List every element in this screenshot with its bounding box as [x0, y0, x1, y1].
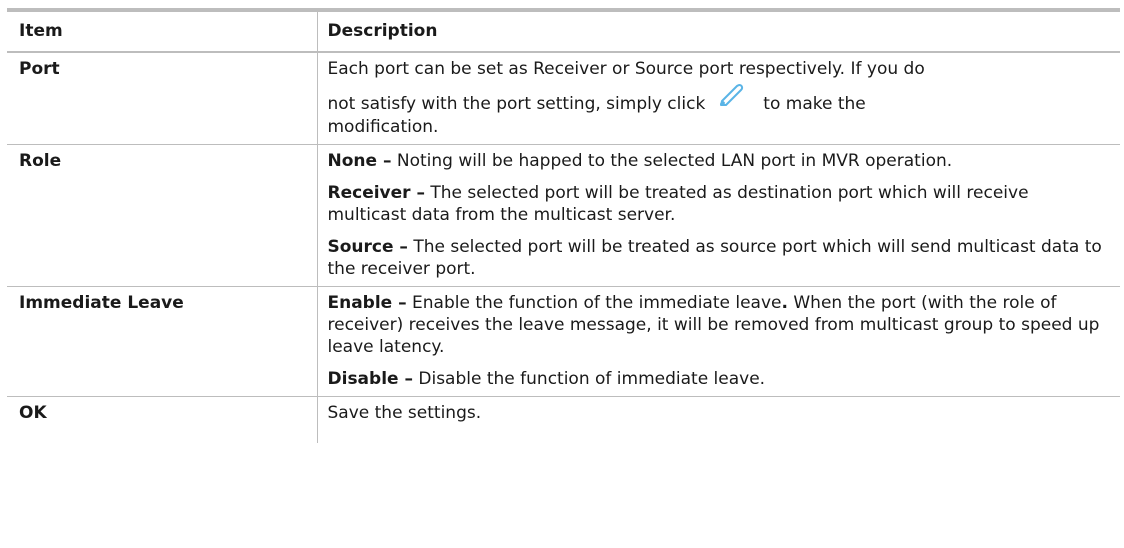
port-description-text-3: modification.	[327, 117, 439, 137]
table-row-port: Port Each port can be set as Receiver or…	[7, 52, 1120, 145]
leave-disable-text: Disable the function of immediate leave.	[412, 369, 766, 389]
description-ok: Save the settings.	[316, 396, 1120, 443]
role-receiver-term: Receiver –	[327, 183, 425, 203]
header-item: Item	[19, 21, 63, 41]
item-port: Port	[19, 59, 60, 79]
description-port: Each port can be set as Receiver or Sour…	[316, 52, 1120, 145]
role-source-text: The selected port will be treated as sou…	[327, 237, 1102, 279]
role-none-entry: None – Noting will be happed to the sele…	[328, 150, 1111, 172]
role-receiver-text: The selected port will be treated as des…	[327, 183, 1029, 225]
port-description-text-2: to make the	[763, 94, 866, 114]
leave-enable-term: Enable –	[327, 293, 407, 313]
port-description-line: Each port can be set as Receiver or Sour…	[327, 59, 925, 79]
leave-disable-term: Disable –	[327, 369, 413, 389]
role-receiver-entry: Receiver – The selected port will be tre…	[328, 182, 1111, 226]
table-row-ok: OK Save the settings.	[7, 396, 1120, 443]
port-description-line-2: not satisfy with the port setting, simpl…	[327, 84, 1111, 138]
item-immediate-leave: Immediate Leave	[19, 293, 184, 313]
pencil-edit-icon	[715, 82, 745, 106]
role-none-text: Noting will be happed to the selected LA…	[391, 151, 953, 171]
header-description: Description	[316, 10, 1120, 52]
role-source-entry: Source – The selected port will be treat…	[328, 236, 1111, 280]
role-none-term: None –	[327, 151, 392, 171]
item-ok: OK	[19, 403, 47, 423]
item-role: Role	[19, 151, 62, 171]
table-row-role: Role None – Noting will be happed to the…	[7, 144, 1120, 287]
description-table: Item Description Port Each port can be s…	[7, 8, 1120, 443]
table-header-row: Item Description	[7, 10, 1120, 52]
description-immediate-leave: Enable – Enable the function of the imme…	[316, 286, 1120, 397]
description-role: None – Noting will be happed to the sele…	[316, 144, 1120, 287]
role-source-term: Source –	[327, 237, 408, 257]
leave-enable-text-a: Enable the function of the immediate lea…	[406, 293, 782, 313]
table-row-immediate-leave: Immediate Leave Enable – Enable the func…	[7, 286, 1120, 397]
port-description-text: not satisfy with the port setting, simpl…	[327, 94, 706, 114]
leave-disable-entry: Disable – Disable the function of immedi…	[328, 368, 1111, 390]
leave-enable-entry: Enable – Enable the function of the imme…	[327, 293, 1100, 357]
